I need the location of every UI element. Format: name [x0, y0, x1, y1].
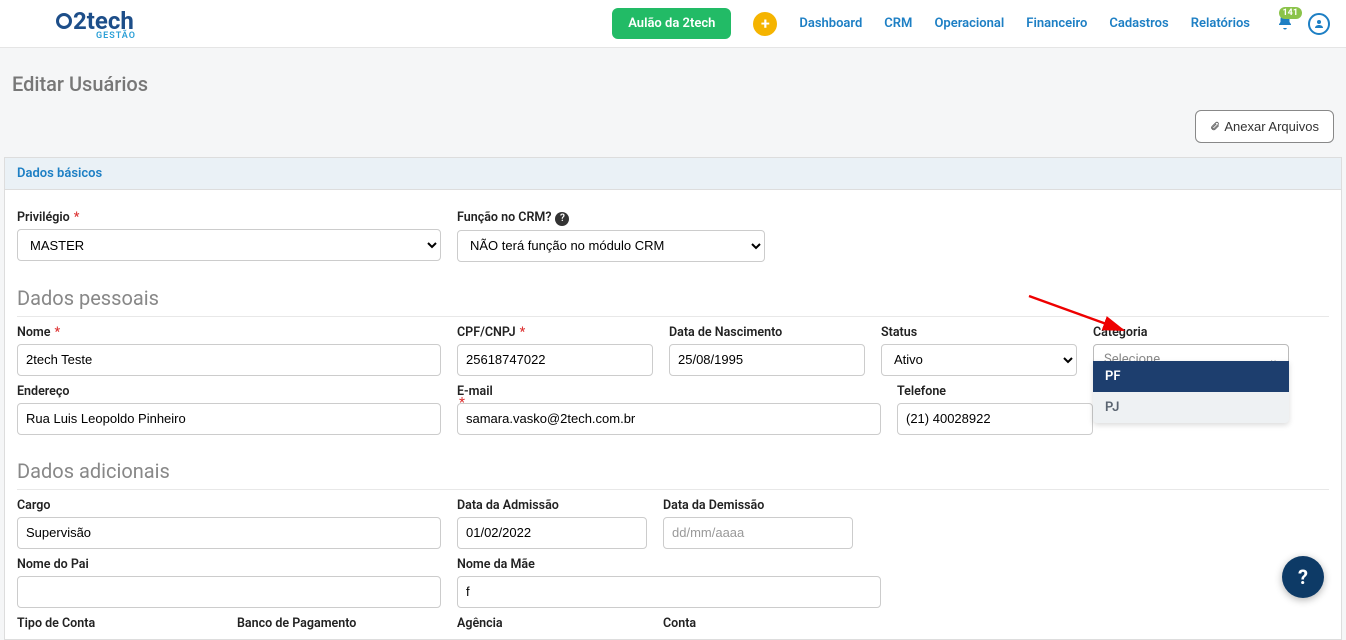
label-banco-pagamento: Banco de Pagamento [237, 616, 441, 631]
label-funcao-crm: Função no CRM?? [457, 210, 765, 226]
user-menu[interactable] [1308, 13, 1330, 35]
select-status[interactable]: Ativo [881, 344, 1077, 376]
categoria-option-pf[interactable]: PF [1093, 361, 1289, 392]
user-icon [1313, 18, 1325, 30]
input-nome[interactable] [17, 344, 441, 376]
input-telefone[interactable] [897, 403, 1093, 435]
attach-files-button[interactable]: Anexar Arquivos [1195, 110, 1334, 143]
nav-relatorios[interactable]: Relatórios [1191, 16, 1250, 31]
label-endereco: Endereço [17, 384, 441, 399]
nav-cadastros[interactable]: Cadastros [1109, 16, 1168, 31]
nav-icons: 141 [1276, 13, 1330, 35]
input-data-demissao[interactable] [663, 517, 853, 549]
aulao-button[interactable]: Aulão da 2tech [612, 8, 731, 39]
label-cpf: CPF/CNPJ* [457, 325, 653, 340]
nav-dashboard[interactable]: Dashboard [799, 16, 862, 31]
input-endereco[interactable] [17, 403, 441, 435]
subsection-dados-pessoais: Dados pessoais [17, 262, 1329, 317]
form-area: Privilégio* MASTER Função no CRM?? NÃO t… [4, 190, 1342, 640]
input-cargo[interactable] [17, 517, 441, 549]
label-nome-pai: Nome do Pai [17, 557, 441, 572]
top-nav: 2tech GESTÃO Aulão da 2tech + Dashboard … [0, 0, 1346, 48]
input-data-nasc[interactable] [669, 344, 865, 376]
nav-financeiro[interactable]: Financeiro [1026, 16, 1087, 31]
input-nome-pai[interactable] [17, 576, 441, 608]
input-email[interactable] [457, 403, 881, 435]
label-email: E-mail [457, 384, 881, 399]
categoria-dropdown-menu: PF PJ [1093, 361, 1289, 423]
nav-operacional[interactable]: Operacional [934, 16, 1004, 31]
label-privilegio: Privilégio* [17, 210, 441, 225]
label-status: Status [881, 325, 1077, 340]
help-icon[interactable]: ? [555, 212, 569, 226]
attach-label: Anexar Arquivos [1224, 119, 1319, 134]
nav-crm[interactable]: CRM [884, 16, 912, 31]
select-privilegio[interactable]: MASTER [17, 229, 441, 261]
section-dados-basicos-header: Dados básicos [4, 157, 1342, 190]
label-data-admissao: Data da Admissão [457, 498, 647, 513]
label-nome: Nome* [17, 325, 441, 340]
label-nome-mae: Nome da Mãe [457, 557, 881, 572]
categoria-option-pj[interactable]: PJ [1093, 392, 1289, 423]
add-button[interactable]: + [753, 12, 777, 36]
label-tipo-conta: Tipo de Conta [17, 616, 221, 631]
help-fab-button[interactable]: ? [1282, 556, 1324, 598]
input-nome-mae[interactable] [457, 576, 881, 608]
logo-dot-icon [56, 13, 72, 29]
nav-right: Aulão da 2tech + Dashboard CRM Operacion… [612, 8, 1330, 39]
attach-row: Anexar Arquivos [0, 110, 1346, 157]
label-conta: Conta [663, 616, 793, 631]
bell-badge: 141 [1279, 7, 1303, 19]
page-title: Editar Usuários [0, 48, 1346, 110]
label-telefone: Telefone [897, 384, 1093, 399]
label-agencia: Agência [457, 616, 647, 631]
label-data-demissao: Data da Demissão [663, 498, 853, 513]
notifications-button[interactable]: 141 [1276, 13, 1294, 35]
input-data-admissao[interactable] [457, 517, 647, 549]
email-required-asterisk: * [459, 395, 465, 411]
label-data-nasc: Data de Nascimento [669, 325, 865, 340]
logo-subtext: GESTÃO [96, 31, 136, 41]
select-funcao-crm[interactable]: NÃO terá função no módulo CRM [457, 230, 765, 262]
label-categoria: Categoria [1093, 325, 1289, 340]
input-cpf[interactable] [457, 344, 653, 376]
subsection-dados-adicionais: Dados adicionais [17, 435, 1329, 490]
label-cargo: Cargo [17, 498, 441, 513]
logo: 2tech GESTÃO [56, 7, 136, 41]
paperclip-icon [1210, 120, 1220, 132]
